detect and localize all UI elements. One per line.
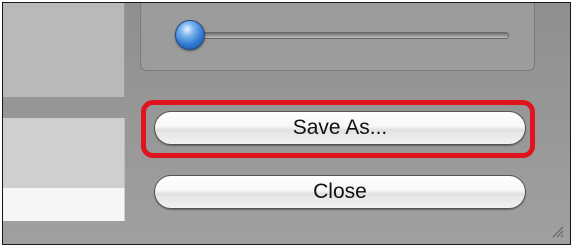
slider-track[interactable] bbox=[201, 32, 509, 39]
preview-panel-footer bbox=[3, 188, 125, 221]
resize-grip-icon[interactable] bbox=[550, 224, 564, 238]
preview-panel bbox=[3, 3, 125, 97]
save-as-button[interactable]: Save As... bbox=[154, 111, 526, 145]
preview-panel-section bbox=[3, 118, 125, 188]
close-button[interactable]: Close bbox=[154, 175, 526, 209]
slider-knob[interactable] bbox=[175, 20, 205, 50]
dialog-window: Save As... Close bbox=[2, 2, 571, 245]
